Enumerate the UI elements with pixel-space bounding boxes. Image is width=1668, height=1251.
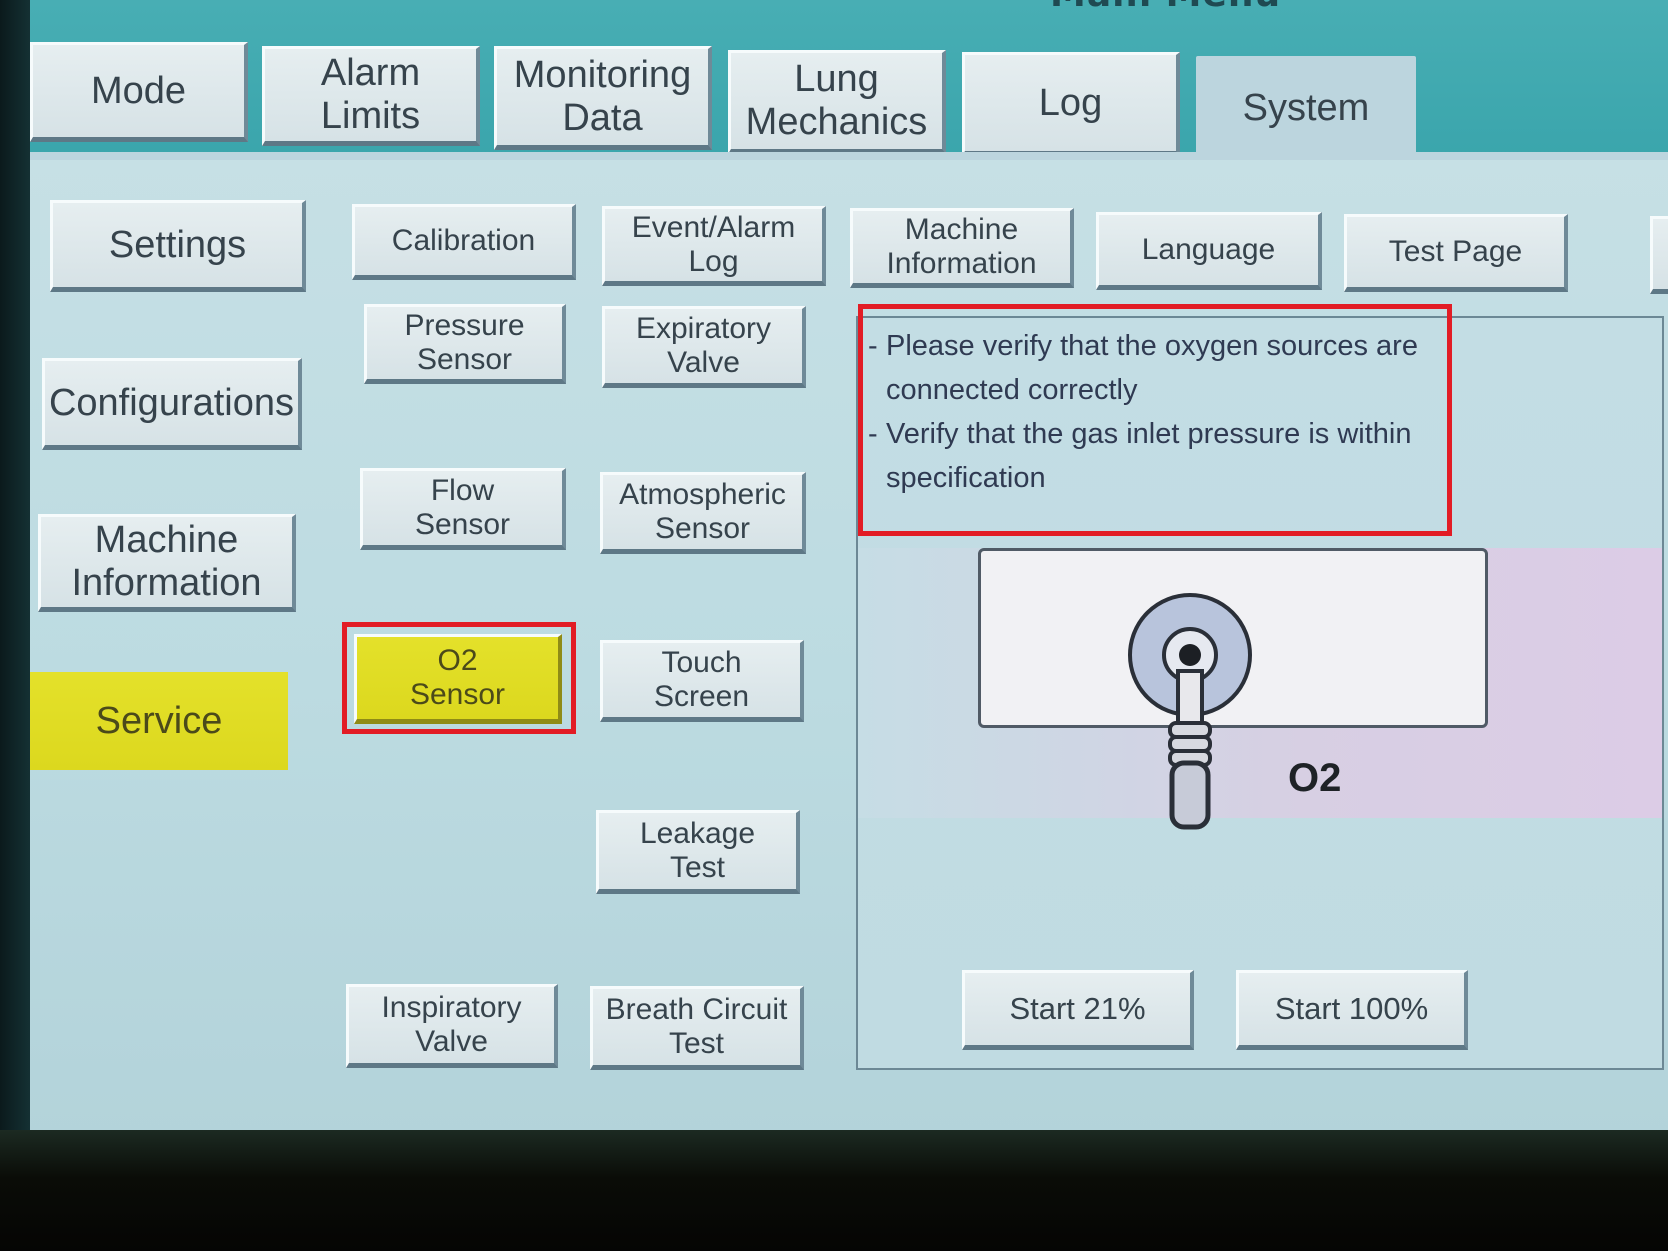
pressure-sensor-button[interactable]: Pressure Sensor <box>364 304 566 384</box>
breath-circuit-test-button[interactable]: Breath Circuit Test <box>590 986 804 1070</box>
tab-monitoring-data[interactable]: Monitoring Data <box>494 46 712 150</box>
instructions-highlight <box>858 304 1452 536</box>
tab-underline <box>30 152 1668 160</box>
tab-machine-information[interactable]: Machine Information <box>850 208 1074 288</box>
o2-label: O2 <box>1288 756 1342 800</box>
expiratory-valve-button[interactable]: Expiratory Valve <box>602 306 806 388</box>
start-21-button[interactable]: Start 21% <box>962 970 1194 1050</box>
inspiratory-valve-button[interactable]: Inspiratory Valve <box>346 984 558 1068</box>
oxygen-connector-icon <box>1128 593 1252 830</box>
sidebar-item-settings[interactable]: Settings <box>50 200 306 292</box>
sidebar-item-machine-information[interactable]: Machine Information <box>38 514 296 612</box>
tab-calibration[interactable]: Calibration <box>352 204 576 280</box>
tab-test-page[interactable]: Test Page <box>1344 214 1568 292</box>
ventilator-screen: Main Menu Mode Alarm Limits Monitoring D… <box>30 0 1668 1140</box>
tab-mode[interactable]: Mode <box>30 42 248 142</box>
sidebar-item-service[interactable]: Service <box>30 672 288 770</box>
start-100-button[interactable]: Start 100% <box>1236 970 1468 1050</box>
tab-system[interactable]: System <box>1196 56 1416 160</box>
touch-screen-button[interactable]: Touch Screen <box>600 640 804 722</box>
atmospheric-sensor-button[interactable]: Atmospheric Sensor <box>600 472 806 554</box>
sidebar-item-configurations[interactable]: Configurations <box>42 358 302 450</box>
device-bottom-edge <box>0 1130 1668 1251</box>
tab-alarm-limits[interactable]: Alarm Limits <box>262 46 480 146</box>
tab-log[interactable]: Log <box>962 52 1180 156</box>
tab-lung-mechanics[interactable]: Lung Mechanics <box>728 50 946 154</box>
o2-sensor-highlight <box>342 622 576 734</box>
flow-sensor-button[interactable]: Flow Sensor <box>360 468 566 550</box>
leakage-test-button[interactable]: Leakage Test <box>596 810 800 894</box>
page-title: Main Menu <box>1050 0 1281 15</box>
tab-event-alarm-log[interactable]: Event/Alarm Log <box>602 206 826 286</box>
tab-more[interactable] <box>1650 216 1668 294</box>
tab-language[interactable]: Language <box>1096 212 1322 290</box>
